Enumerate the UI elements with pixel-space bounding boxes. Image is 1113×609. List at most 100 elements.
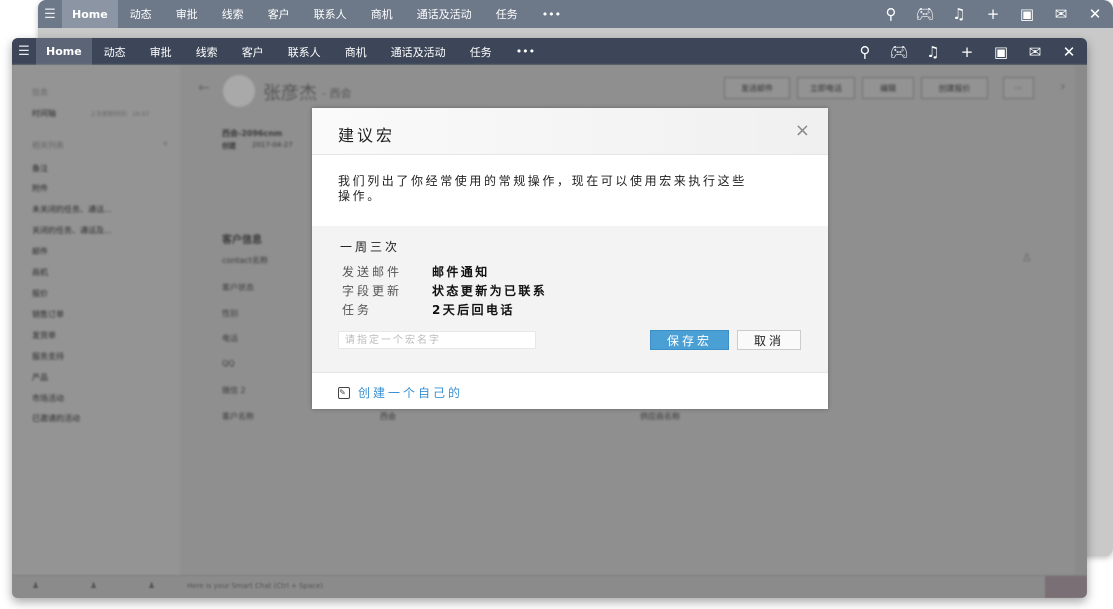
nav-item[interactable]: 动态: [92, 44, 138, 60]
field-label: contact名称: [222, 256, 268, 265]
sidebar-heading-info: 信息: [32, 88, 48, 97]
nav-item[interactable]: 联系人: [276, 44, 333, 60]
section-title: 客户信息: [222, 235, 262, 246]
field-label: QQ: [222, 359, 235, 368]
calendar-icon[interactable]: ▣: [1017, 5, 1037, 23]
sidebar-item-timeline[interactable]: 时间轴: [32, 108, 56, 119]
close-icon[interactable]: ×: [795, 120, 810, 141]
nav-home[interactable]: Home: [36, 38, 92, 65]
supplier-label: 供应商名称: [640, 412, 680, 421]
channels-icon[interactable]: ♟: [90, 581, 97, 590]
avatar: [223, 75, 255, 107]
dialog-header: 建议宏 ×: [312, 108, 828, 155]
create-own-macro-link[interactable]: ✎ 创建一个自己的: [338, 384, 463, 401]
smart-chat-input[interactable]: Here is your Smart Chat (Ctrl + Space): [187, 582, 323, 590]
timeline-meta: 上次更新时间：16:47: [90, 111, 150, 118]
action-label: 发送邮件: [342, 265, 403, 279]
menu-icon[interactable]: ☰: [38, 7, 62, 22]
nav-item[interactable]: 动态: [118, 6, 164, 22]
field-label: 性别: [222, 309, 238, 318]
nav-bar: ☰ Home 动态 审批 线索 客户 联系人 商机 通话及活动 任务 ••• ⚲…: [12, 38, 1087, 65]
sidebar-item[interactable]: 邮件: [32, 246, 48, 257]
search-icon[interactable]: ⚲: [855, 43, 875, 61]
plus-icon[interactable]: +: [983, 5, 1003, 23]
sidebar-item[interactable]: 关闭的任务、通话及...: [32, 225, 112, 236]
sidebar-item[interactable]: 附件: [32, 183, 48, 194]
more-button[interactable]: ···: [1003, 77, 1034, 99]
menu-icon[interactable]: ☰: [12, 44, 36, 59]
edit-button[interactable]: 编辑: [862, 77, 914, 99]
action-label: 任务: [342, 303, 373, 317]
notification-button[interactable]: [1045, 576, 1087, 598]
nav-item[interactable]: 审批: [138, 44, 184, 60]
mail-icon[interactable]: ✉: [1051, 5, 1071, 23]
action-value: 状态更新为已联系: [432, 284, 548, 298]
add-icon[interactable]: +: [162, 139, 169, 148]
field-label: 客户状态: [222, 283, 254, 292]
sidebar-item[interactable]: 服务支持: [32, 351, 64, 362]
nav-item[interactable]: 审批: [164, 6, 210, 22]
back-arrow-icon[interactable]: ←: [198, 80, 210, 96]
nav-item[interactable]: 通话及活动: [405, 6, 484, 22]
back-nav-bar: ☰ Home 动态 审批 线索 客户 联系人 商机 通话及活动 任务 ••• ⚲…: [38, 0, 1113, 28]
call-now-button[interactable]: 立即电话: [797, 77, 855, 99]
sidebar-heading-related: 相关列表: [32, 141, 64, 150]
record-name: 张彦杰: [263, 83, 317, 104]
nav-item[interactable]: 通话及活动: [379, 44, 458, 60]
sidebar-item[interactable]: 已邀请的活动: [32, 413, 80, 424]
chats-icon[interactable]: ♟: [32, 581, 39, 590]
plus-icon[interactable]: +: [957, 43, 977, 61]
nav-item[interactable]: 商机: [333, 44, 379, 60]
record-company: - 西会: [322, 87, 352, 100]
suggested-macro-dialog: 建议宏 × 我们列出了你经常使用的常规操作，现在可以使用宏来执行这些操作。 一周…: [312, 108, 828, 409]
sidebar-item[interactable]: 商机: [32, 267, 48, 278]
create-quote-button[interactable]: 创建报价: [921, 77, 988, 99]
sidebar-item[interactable]: 发货单: [32, 330, 56, 341]
contacts-icon[interactable]: ♟: [148, 581, 155, 590]
bottom-bar: ♟ ♟ ♟ Here is your Smart Chat (Ctrl + Sp…: [12, 575, 1087, 598]
send-email-button[interactable]: 发送邮件: [724, 77, 790, 99]
gamepad-icon[interactable]: 🎮︎: [889, 43, 909, 61]
create-own-label: 创建一个自己的: [358, 386, 464, 400]
sidebar-item[interactable]: 备注: [32, 163, 48, 174]
bell-icon[interactable]: ♫: [923, 43, 943, 61]
action-value: 2天后回电话: [432, 303, 515, 317]
macro-name-input[interactable]: [338, 331, 536, 349]
field-label: 客户名称: [222, 412, 254, 421]
nav-home[interactable]: Home: [62, 0, 118, 28]
sidebar-item[interactable]: 产品: [32, 372, 48, 383]
nav-item[interactable]: 客户: [230, 44, 276, 60]
dialog-description: 我们列出了你经常使用的常规操作，现在可以使用宏来执行这些操作。: [338, 174, 747, 203]
calendar-icon[interactable]: ▣: [991, 43, 1011, 61]
bell-icon[interactable]: ♫: [949, 5, 969, 23]
dialog-title: 建议宏: [338, 126, 396, 145]
sidebar-item[interactable]: 报价: [32, 288, 48, 299]
nav-more[interactable]: •••: [530, 8, 573, 21]
tools-icon[interactable]: ✕: [1085, 5, 1105, 23]
company-value: 西会: [380, 412, 396, 421]
date-label: 创建: [222, 142, 236, 150]
nav-item[interactable]: 任务: [484, 6, 530, 22]
macro-suggestion: 一周三次 发送邮件 邮件通知 字段更新 状态更新为已联系 任务 2天后回电话 保…: [312, 226, 828, 373]
scrollbar[interactable]: [1075, 65, 1087, 598]
nav-item[interactable]: 任务: [458, 44, 504, 60]
nav-item[interactable]: 线索: [184, 44, 230, 60]
search-icon[interactable]: ⚲: [881, 5, 901, 23]
sidebar-item[interactable]: 未关闭的任务、通话...: [32, 204, 112, 215]
nav-item[interactable]: 商机: [359, 6, 405, 22]
tools-icon[interactable]: ✕: [1059, 43, 1079, 61]
date-value: 2017-04-27: [252, 141, 293, 149]
sidebar-item[interactable]: 销售订单: [32, 309, 64, 320]
next-record-icon[interactable]: ›: [1060, 79, 1066, 95]
sidebar-item[interactable]: 市场活动: [32, 393, 64, 404]
nav-more[interactable]: •••: [504, 45, 547, 58]
nav-item[interactable]: 线索: [210, 6, 256, 22]
save-macro-button[interactable]: 保存宏: [650, 330, 729, 350]
mail-icon[interactable]: ✉: [1025, 43, 1045, 61]
edit-icon: ✎: [338, 386, 350, 399]
nav-item[interactable]: 联系人: [302, 6, 359, 22]
cancel-button[interactable]: 取消: [737, 330, 801, 350]
nav-item[interactable]: 客户: [256, 6, 302, 22]
gamepad-icon[interactable]: 🎮︎: [915, 5, 935, 23]
sidebar: 信息 时间轴 上次更新时间：16:47 相关列表 + 备注 附件 未关闭的任务、…: [12, 65, 180, 598]
